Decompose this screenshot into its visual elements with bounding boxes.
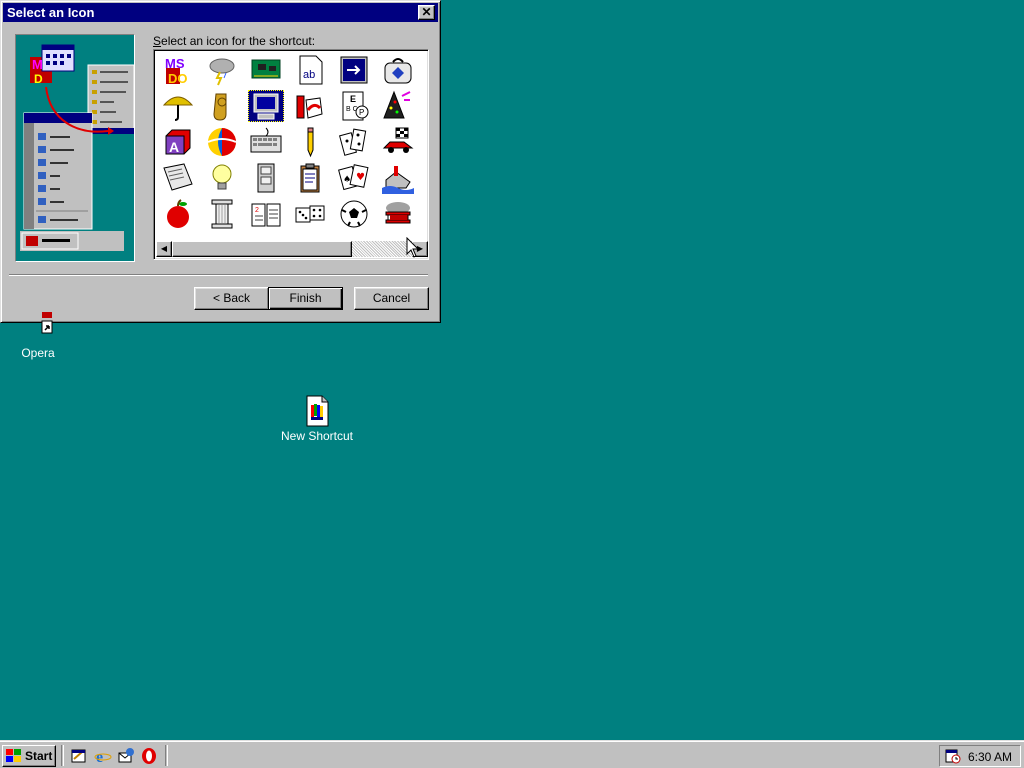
light-bulb-icon[interactable] [204, 162, 240, 194]
system-tray: 6:30 AM [939, 745, 1021, 767]
cancel-button[interactable]: Cancel [354, 287, 429, 310]
desktop-icon-label: New Shortcut [280, 429, 354, 443]
computer-monitor-icon[interactable] [248, 90, 284, 122]
svg-text:E: E [350, 94, 356, 104]
pencil-icon[interactable] [292, 126, 328, 158]
svg-text:e: e [96, 749, 103, 765]
apple-icon[interactable] [160, 198, 196, 230]
svg-text:DO: DO [168, 71, 188, 86]
desktop-icon-opera[interactable]: Opera [0, 312, 78, 360]
column-icon[interactable] [204, 198, 240, 230]
medical-bag-icon[interactable] [380, 54, 416, 86]
storm-cloud-icon[interactable] [204, 54, 240, 86]
soccer-ball-icon[interactable] [336, 198, 372, 230]
circuit-board-icon[interactable] [248, 54, 284, 86]
keyboard-icon[interactable] [248, 126, 284, 158]
window-arrow-icon[interactable] [336, 54, 372, 86]
windows-logo-icon [6, 749, 21, 762]
race-car-icon[interactable] [380, 126, 416, 158]
newspaper-icon[interactable] [160, 162, 196, 194]
svg-text:M: M [32, 57, 43, 72]
notepad-ab-icon[interactable]: ab [292, 54, 328, 86]
opera-icon [22, 312, 54, 344]
scroll-track[interactable] [352, 241, 412, 257]
alphabet-block-icon[interactable]: A [160, 126, 196, 158]
beach-ball-icon[interactable] [204, 126, 240, 158]
shortcut-file-icon [301, 395, 333, 427]
svg-text:ab: ab [303, 69, 315, 81]
file-cabinet-icon[interactable] [248, 162, 284, 194]
start-menu-illustration-icon: M D [20, 44, 134, 251]
svg-text:P: P [359, 108, 364, 117]
clock[interactable]: 6:30 AM [968, 750, 1012, 764]
biplane-icon[interactable] [380, 198, 416, 230]
icon-list[interactable]: MS DO ab E B C P A ♥ ♠ 2 ◀ ▶ [153, 49, 429, 260]
svg-text:♠: ♠ [343, 175, 351, 185]
umbrella-icon[interactable] [160, 90, 196, 122]
internet-explorer-icon[interactable]: e [94, 747, 112, 766]
scheduler-icon[interactable] [945, 748, 961, 764]
ms-dos-icon[interactable]: MS DO [160, 54, 196, 86]
mouse-pointer-icon [406, 237, 420, 258]
start-label: Start [25, 749, 53, 763]
select-icon-dialog: Select an Icon ✕ M D Select an icon for … [0, 0, 441, 323]
prompt-accelerator: S [153, 34, 162, 48]
icon-prompt-label: Select an icon for the shortcut: [153, 34, 315, 48]
taskbar: Start e 6:30 AM [0, 740, 1024, 768]
back-button[interactable]: < Back [194, 287, 269, 310]
dominoes-icon[interactable] [336, 126, 372, 158]
outlook-express-icon[interactable] [117, 747, 135, 765]
eye-chart-icon[interactable]: EB CP [336, 90, 372, 122]
tuba-icon[interactable] [204, 90, 240, 122]
playing-cards-icon[interactable]: ♥ ♠ [336, 162, 372, 194]
party-hat-icon[interactable] [380, 90, 416, 122]
dialog-titlebar[interactable]: Select an Icon ✕ [3, 3, 438, 22]
sinking-ship-icon[interactable] [380, 162, 416, 194]
scroll-left-button[interactable]: ◀ [156, 241, 172, 257]
wizard-illustration: M D [15, 34, 135, 262]
show-desktop-icon[interactable] [70, 747, 88, 765]
svg-text:D: D [34, 72, 43, 86]
opera-icon[interactable] [140, 747, 158, 765]
paint-tubes-icon[interactable] [292, 90, 328, 122]
svg-text:A: A [169, 139, 179, 155]
finish-button[interactable]: Finish [268, 287, 343, 310]
horizontal-scrollbar[interactable]: ◀ ▶ [156, 241, 428, 257]
dialog-separator [9, 274, 428, 276]
desktop-icon-new-shortcut[interactable]: New Shortcut [277, 395, 357, 443]
svg-text:2: 2 [255, 207, 259, 214]
dialog-title: Select an Icon [7, 5, 95, 20]
close-button[interactable]: ✕ [418, 5, 435, 20]
prompt-text: elect an icon for the shortcut: [161, 34, 316, 48]
clipboard-icon[interactable] [292, 162, 328, 194]
open-book-icon[interactable]: 2 [248, 198, 284, 230]
desktop-icon-label: Opera [21, 346, 55, 360]
start-button[interactable]: Start [2, 745, 56, 767]
icon-grid: MS DO ab E B C P A ♥ ♠ 2 [160, 54, 425, 238]
dice-icon[interactable] [292, 198, 328, 230]
scroll-thumb[interactable] [172, 241, 352, 257]
taskbar-divider [165, 745, 168, 766]
svg-text:♥: ♥ [356, 172, 365, 183]
svg-text:MS: MS [165, 56, 185, 71]
taskbar-divider [61, 745, 64, 766]
